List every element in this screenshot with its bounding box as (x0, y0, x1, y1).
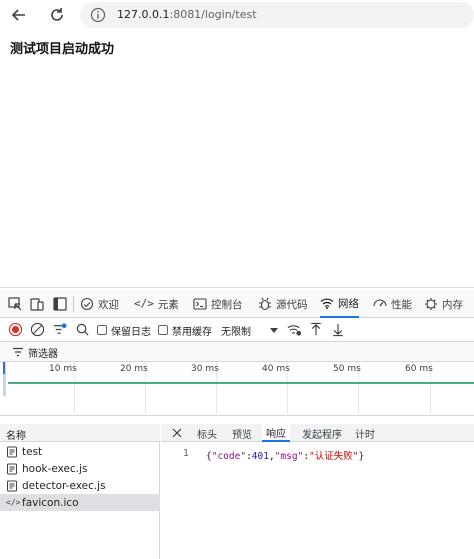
devtools-panel: 欢迎 </> 元素 控制台 源代码 网络 性能 内存 保留日志 禁用缓存 无限制… (0, 290, 474, 559)
timeline-tick-label: 50 ms (333, 364, 361, 374)
tab-memory-label: 内存 (442, 298, 463, 311)
request-name: detector-exec.js (22, 479, 106, 492)
tab-network-label: 网络 (338, 297, 359, 310)
timeline-tick-label: 30 ms (191, 364, 219, 374)
download-icon[interactable] (331, 322, 345, 337)
filter-label[interactable]: 筛选器 (28, 345, 58, 360)
tab-console-label: 控制台 (211, 298, 243, 311)
memory-icon (425, 298, 437, 310)
tab-timing[interactable]: 计时 (355, 424, 375, 442)
code-file-icon: </> (6, 497, 21, 507)
tab-preview[interactable]: 预览 (232, 424, 252, 442)
tab-performance[interactable]: 性能 (373, 290, 412, 318)
network-timeline[interactable]: 10 ms 20 ms 30 ms 40 ms 50 ms 60 ms (0, 362, 474, 416)
clear-icon[interactable] (30, 322, 45, 337)
preserve-log-label: 保留日志 (111, 326, 151, 338)
response-code-line[interactable]: 1 {"code":401,"msg":"认证失败"} (161, 448, 474, 462)
tab-elements[interactable]: </> 元素 (134, 290, 179, 318)
chevron-down-icon[interactable] (268, 324, 280, 336)
filter-bar: 筛选器 (0, 342, 474, 362)
script-icon (7, 463, 17, 474)
document-icon (7, 446, 17, 457)
inspect-icon[interactable] (7, 296, 23, 312)
request-name: favicon.ico (22, 496, 79, 509)
json-key: "msg" (274, 451, 304, 462)
reload-icon (51, 8, 63, 21)
search-icon[interactable] (75, 322, 90, 337)
tab-network[interactable]: 网络 (320, 290, 359, 318)
network-conditions-icon[interactable] (287, 322, 302, 337)
json-value: "认证失败" (309, 451, 359, 462)
json-key: "code" (211, 451, 247, 462)
tab-console[interactable]: 控制台 (193, 290, 243, 318)
throttle-select[interactable]: 无限制 (221, 322, 251, 338)
response-tab-bar: 标头 预览 响应 发起程序 计时 (161, 424, 474, 442)
home-icon (80, 297, 94, 311)
reload-button[interactable] (46, 4, 68, 26)
url-path: :8081/login/test (169, 8, 257, 21)
tab-memory[interactable]: 内存 (424, 290, 463, 318)
tab-welcome-label: 欢迎 (98, 298, 119, 311)
address-bar[interactable]: 127.0.0.1:8081/login/test (80, 2, 474, 28)
browser-toolbar: 127.0.0.1:8081/login/test (0, 0, 474, 30)
checkbox-box[interactable] (158, 325, 168, 335)
back-button[interactable] (8, 4, 30, 26)
url-text: 127.0.0.1:8081/login/test (117, 8, 257, 21)
tab-initiator[interactable]: 发起程序 (302, 424, 342, 442)
timeline-bar (8, 382, 474, 384)
request-name: test (22, 445, 43, 458)
info-icon[interactable] (90, 7, 106, 23)
disable-cache-checkbox[interactable]: 禁用缓存 (158, 322, 212, 338)
code-icon: </> (134, 297, 154, 310)
tab-elements-label: 元素 (157, 298, 179, 311)
tab-response[interactable]: 响应 (262, 424, 290, 442)
request-name: hook-exec.js (22, 462, 88, 475)
preserve-log-checkbox[interactable]: 保留日志 (97, 322, 151, 338)
console-icon (193, 298, 207, 310)
request-row-selected[interactable]: </> favicon.ico (0, 494, 160, 511)
record-icon[interactable] (8, 322, 23, 337)
tab-sources[interactable]: 源代码 (258, 290, 308, 318)
performance-icon (373, 299, 387, 307)
request-row[interactable]: test (0, 443, 160, 460)
close-icon[interactable] (171, 427, 183, 439)
disable-cache-label: 禁用缓存 (172, 326, 212, 338)
request-row[interactable]: hook-exec.js (0, 460, 160, 477)
line-number: 1 (183, 448, 189, 459)
throttle-value: 无限制 (221, 326, 251, 338)
device-toolbar-icon[interactable] (29, 296, 45, 312)
url-host: 127.0.0.1 (117, 8, 170, 21)
script-icon (7, 480, 17, 491)
arrow-left-icon (11, 9, 25, 21)
wifi-icon (320, 298, 334, 309)
bug-icon (259, 297, 271, 311)
response-body: {"code":401,"msg":"认证失败"} (206, 451, 365, 462)
request-list: 名称 test hook-exec.js detector-exec.js </… (0, 424, 160, 559)
upload-icon[interactable] (309, 322, 323, 337)
tab-performance-label: 性能 (391, 298, 412, 311)
page-heading: 测试项目启动成功 (10, 42, 115, 57)
timeline-tick-label: 60 ms (405, 364, 433, 374)
divider (73, 296, 74, 312)
filter-icon[interactable] (12, 346, 24, 358)
response-pane: 标头 预览 响应 发起程序 计时 1 {"code":401,"msg":"认证… (161, 424, 474, 559)
devtools-tab-bar: 欢迎 </> 元素 控制台 源代码 网络 性能 内存 (0, 290, 474, 318)
tab-sources-label: 源代码 (276, 298, 308, 311)
timeline-tick-label: 20 ms (120, 364, 148, 374)
tab-headers[interactable]: 标头 (197, 424, 217, 442)
network-toolbar: 保留日志 禁用缓存 无限制 (0, 318, 474, 342)
dock-icon[interactable] (52, 296, 68, 312)
json-value: 401 (251, 451, 269, 462)
timeline-tick-label: 40 ms (262, 364, 290, 374)
column-header-name[interactable]: 名称 (0, 424, 160, 442)
checkbox-box[interactable] (97, 325, 107, 335)
timeline-marker-start (3, 362, 5, 374)
page-content: 测试项目启动成功 (0, 30, 474, 288)
tab-welcome[interactable]: 欢迎 (80, 290, 119, 318)
request-row[interactable]: detector-exec.js (0, 477, 160, 494)
timeline-tick-label: 10 ms (49, 364, 77, 374)
filter-toggle-icon[interactable] (52, 322, 67, 337)
